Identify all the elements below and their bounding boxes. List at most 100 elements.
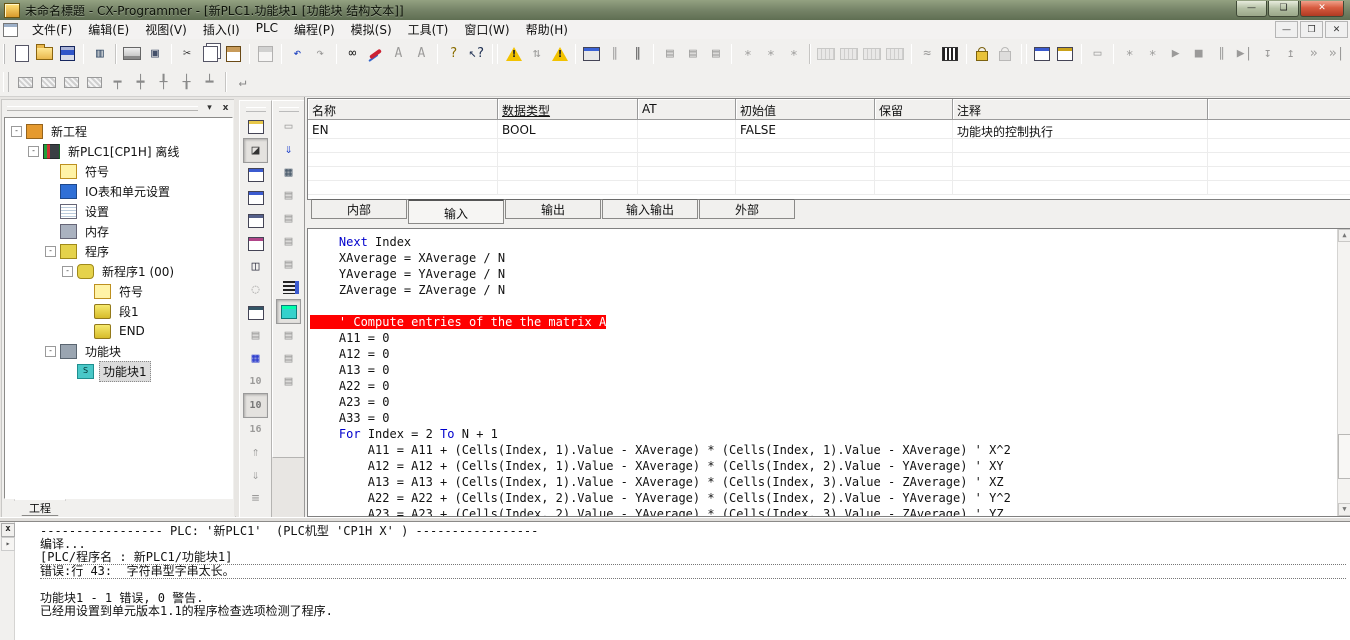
password-set-button[interactable] xyxy=(971,43,994,65)
tree-expander[interactable]: - xyxy=(28,146,39,157)
panel-close-button[interactable]: x xyxy=(218,101,233,115)
data-trace-button[interactable] xyxy=(939,43,962,65)
cross-reference-button[interactable] xyxy=(244,186,267,209)
menu-item-6[interactable]: 编程(P) xyxy=(286,19,343,40)
tab-外部[interactable]: 外部 xyxy=(699,199,795,219)
column-header-extra[interactable] xyxy=(1208,99,1350,120)
scrollbar-thumb[interactable] xyxy=(1338,434,1350,479)
tree-item-符号[interactable]: 符号 xyxy=(5,161,232,181)
hex-calculator-button[interactable]: ▦ xyxy=(244,347,267,370)
edit-mode-button[interactable]: ◪ xyxy=(243,138,268,163)
menu-item-9[interactable]: 窗口(W) xyxy=(456,19,517,40)
find-button[interactable]: ∞ xyxy=(341,43,364,65)
print-button[interactable] xyxy=(121,43,144,65)
menu-item-1[interactable]: 文件(F) xyxy=(24,19,80,40)
column-header-AT[interactable]: AT xyxy=(638,99,736,120)
fb-instance-list-button[interactable] xyxy=(277,276,300,299)
tree-item-新PLC1[CP1H] 离线[interactable]: -新PLC1[CP1H] 离线 xyxy=(5,141,232,161)
minimize-button[interactable]: — xyxy=(1236,1,1267,17)
child-restore-button[interactable]: ❒ xyxy=(1300,21,1323,38)
local-window-button[interactable] xyxy=(244,209,267,232)
toolbar-grip[interactable] xyxy=(279,107,299,112)
window-online-edit-button[interactable] xyxy=(1031,43,1054,65)
print-preview-button[interactable]: ▣ xyxy=(144,43,167,65)
table-row[interactable]: ENBOOLFALSE功能块的控制执行 xyxy=(308,120,1350,139)
grid-window-button[interactable] xyxy=(244,301,267,324)
new-file-button[interactable] xyxy=(10,43,33,65)
panel-grip[interactable] xyxy=(7,106,198,111)
properties-button[interactable] xyxy=(244,232,267,255)
new-instruction-button[interactable]: ┷ xyxy=(198,71,221,93)
structured-text-editor[interactable]: Next Index XAverage = XAverage / N YAver… xyxy=(307,228,1350,517)
select-mode-button[interactable] xyxy=(14,71,37,93)
open-file-button[interactable] xyxy=(33,43,56,65)
column-header-注释[interactable]: 注释 xyxy=(953,99,1208,120)
maximize-button[interactable]: ❑ xyxy=(1268,1,1299,17)
menu-item-4[interactable]: 插入(I) xyxy=(195,19,248,40)
tree-item-段1[interactable]: 段1 xyxy=(5,301,232,321)
context-help-button[interactable]: ↖? xyxy=(465,43,488,65)
window-transfer-button[interactable] xyxy=(1054,43,1077,65)
output-nav-button[interactable]: ▸ xyxy=(1,537,15,551)
paste-button[interactable] xyxy=(222,43,245,65)
tab-输出[interactable]: 输出 xyxy=(505,199,601,219)
child-close-button[interactable]: ✕ xyxy=(1325,21,1348,38)
tree-expander[interactable]: - xyxy=(11,126,22,137)
column-header-数据类型[interactable]: 数据类型 xyxy=(498,99,638,120)
download-fb-library-button[interactable]: ⇓ xyxy=(277,138,300,161)
tree-item-新程序1 (00)[interactable]: -新程序1 (00) xyxy=(5,261,232,281)
new-closed-coil-button[interactable]: ╁ xyxy=(175,71,198,93)
tree-item-内存[interactable]: 内存 xyxy=(5,221,232,241)
menu-item-8[interactable]: 工具(T) xyxy=(400,19,457,40)
editor-scrollbar[interactable]: ▲ ▼ xyxy=(1337,229,1350,516)
scroll-down-button[interactable]: ▼ xyxy=(1338,503,1350,516)
watch-window-button[interactable] xyxy=(244,163,267,186)
tree-item-符号[interactable]: 符号 xyxy=(5,281,232,301)
new-horizontal-button[interactable]: ┯ xyxy=(106,71,129,93)
tree-item-END[interactable]: END xyxy=(5,321,232,341)
column-header-保留[interactable]: 保留 xyxy=(875,99,953,120)
menu-item-2[interactable]: 编辑(E) xyxy=(80,19,137,40)
return-line-button[interactable]: ↵ xyxy=(231,71,254,93)
table-row[interactable] xyxy=(308,181,1350,195)
fb-io-grid-button[interactable]: ▦ xyxy=(277,161,300,184)
toolbar-grip[interactable] xyxy=(3,72,9,92)
new-contact-button[interactable] xyxy=(37,71,60,93)
compile-program-button[interactable] xyxy=(502,43,525,65)
menu-item-5[interactable]: PLC xyxy=(248,19,286,40)
tree-item-设置[interactable]: 设置 xyxy=(5,201,232,221)
tree-item-功能块1[interactable]: S功能块1 xyxy=(5,361,232,381)
fb-online-edit-button[interactable] xyxy=(276,299,301,324)
cut-button[interactable]: ✂ xyxy=(176,43,199,65)
save-file-button[interactable] xyxy=(56,43,79,65)
tab-project[interactable]: 工程 xyxy=(14,499,66,516)
display-decimal-button[interactable]: 10 xyxy=(243,393,268,418)
scroll-up-button[interactable]: ▲ xyxy=(1338,229,1350,242)
new-coil-button[interactable] xyxy=(83,71,106,93)
new-closed-contact-button[interactable] xyxy=(60,71,83,93)
help-button[interactable]: ? xyxy=(442,43,465,65)
pause-button[interactable]: ∥ xyxy=(626,43,649,65)
new-vertical-pair-button[interactable]: ╀ xyxy=(152,71,175,93)
child-window-icon[interactable] xyxy=(3,23,18,37)
column-header-名称[interactable]: 名称 xyxy=(308,99,498,120)
copy-button[interactable] xyxy=(199,43,222,65)
tree-expander[interactable]: - xyxy=(45,346,56,357)
menu-item-7[interactable]: 模拟(S) xyxy=(343,19,400,40)
menu-item-10[interactable]: 帮助(H) xyxy=(518,19,576,40)
close-button[interactable]: ✕ xyxy=(1300,1,1344,17)
table-row[interactable] xyxy=(308,167,1350,181)
tree-expander[interactable]: - xyxy=(45,246,56,257)
table-row[interactable] xyxy=(308,139,1350,153)
toolbar-grip[interactable] xyxy=(246,107,266,112)
new-contact-or-button[interactable]: ┿ xyxy=(129,71,152,93)
show-workspace-button[interactable] xyxy=(244,115,267,138)
view-report-button[interactable]: ▥ xyxy=(88,43,111,65)
tab-输入[interactable]: 输入 xyxy=(408,199,504,224)
tree-expander[interactable]: - xyxy=(62,266,73,277)
tree-item-新工程[interactable]: -新工程 xyxy=(5,121,232,141)
tab-内部[interactable]: 内部 xyxy=(311,199,407,219)
undo-button[interactable]: ↶ xyxy=(286,43,309,65)
table-row[interactable] xyxy=(308,153,1350,167)
menu-item-3[interactable]: 视图(V) xyxy=(137,19,195,40)
